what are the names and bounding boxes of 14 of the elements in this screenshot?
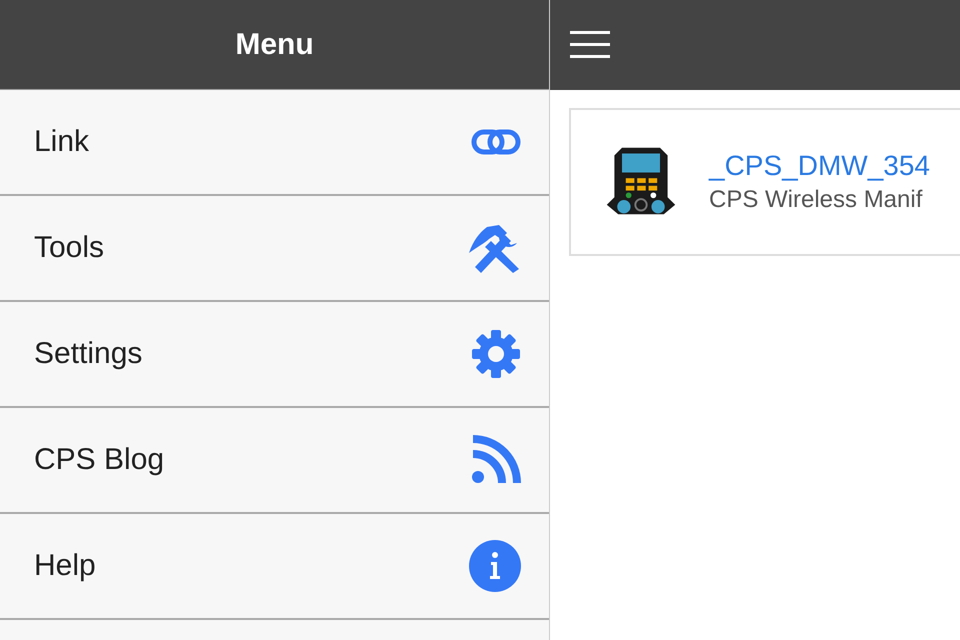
device-name[interactable]: _CPS_DMW_354 bbox=[709, 150, 930, 182]
info-icon bbox=[469, 540, 521, 592]
device-description: CPS Wireless Manif bbox=[709, 186, 924, 214]
menu-icon[interactable] bbox=[570, 30, 610, 60]
menu-item[interactable]: Help bbox=[0, 514, 549, 620]
gear-icon bbox=[471, 329, 521, 379]
menu-item[interactable]: Link bbox=[0, 90, 549, 196]
rss-icon bbox=[471, 435, 521, 485]
menu-item[interactable]: Tools bbox=[0, 196, 549, 302]
link-icon bbox=[471, 129, 521, 155]
menu-item[interactable]: CPS Blog bbox=[0, 408, 549, 514]
menu-item[interactable]: Settings bbox=[0, 302, 549, 408]
menu-title: Menu bbox=[235, 28, 314, 62]
device-card[interactable]: _CPS_DMW_354 CPS Wireless Manif bbox=[569, 108, 960, 256]
